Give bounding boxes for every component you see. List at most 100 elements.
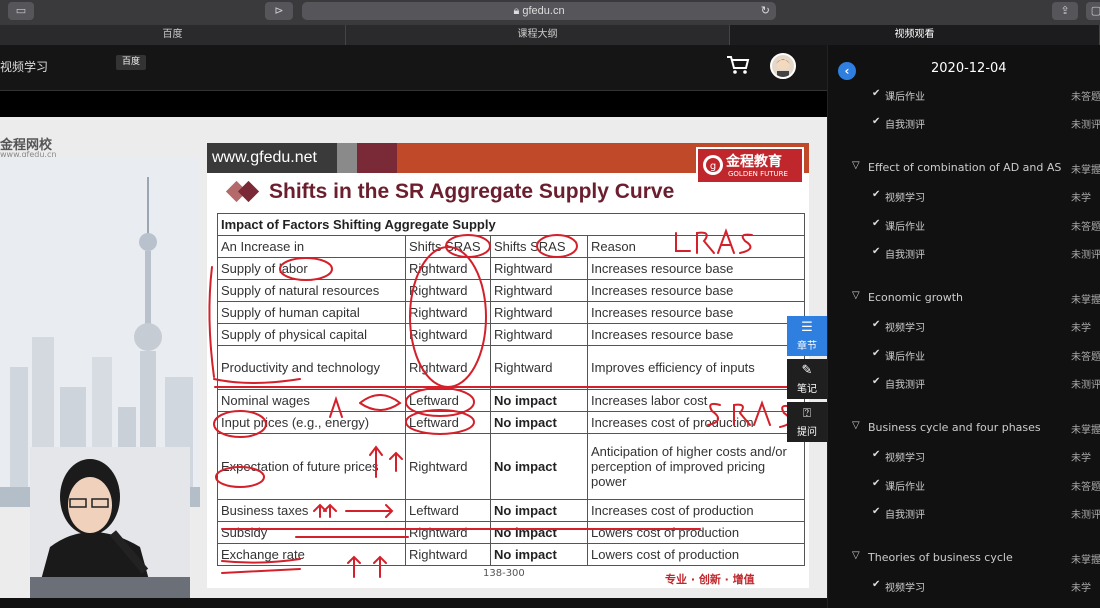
video-spacer [0, 92, 827, 117]
section-status: 未掌握 [1071, 165, 1100, 176]
table-cell: Leftward [405, 411, 491, 434]
cart-icon[interactable] [726, 55, 750, 75]
list-item[interactable]: ✔ 课后作业 未答题 [828, 475, 1100, 495]
table-cell: Rightward [405, 279, 491, 302]
share-button[interactable]: ⇪ [1052, 2, 1078, 20]
list-item[interactable]: ✔ 视频学习 未学 [828, 576, 1100, 596]
list-item[interactable]: ✔ 课后作业 未答题 [828, 85, 1100, 105]
caret-down-icon: ▽ [852, 550, 860, 561]
reload-icon[interactable]: ↻ [761, 2, 770, 20]
check-icon: ✔ [872, 376, 881, 387]
tab-bar: 百度 课程大纲 视频观看 [0, 25, 1100, 45]
list-item[interactable]: ✔ 自我测评 未测评 [828, 503, 1100, 523]
sidebar-toggle-button[interactable]: ▭ [8, 2, 34, 20]
check-icon: ✔ [872, 348, 881, 359]
table-row: Subsidy Rightward No impact Lowers cost … [217, 521, 805, 544]
table-row: Supply of human capital Rightward Rightw… [217, 301, 805, 324]
chapter-label: 章节 [797, 341, 817, 352]
section-status: 未掌握 [1071, 425, 1100, 436]
table-cell: Supply of labor [217, 257, 406, 280]
table-row: Exchange rate Rightward No impact Lowers… [217, 543, 805, 566]
video-player[interactable]: 金程网校 www.gfedu.cn www.gfedu.net g 金程教育 G… [0, 117, 827, 598]
brand-logo: g 金程教育 GOLDEN FUTURE [696, 147, 804, 184]
item-label: 自我测评 [885, 510, 925, 521]
panel-date: 2020-12-04 [931, 61, 1007, 76]
table-cell: Supply of natural resources [217, 279, 406, 302]
list-item[interactable]: ✔ 自我测评 未测评 [828, 113, 1100, 133]
table-cell: Rightward [405, 345, 491, 390]
ask-button[interactable]: ⍰ 提问 [787, 402, 827, 442]
list-item[interactable]: ✔ 课后作业 未答题 [828, 215, 1100, 235]
list-item[interactable]: ✔ 视频学习 未学 [828, 186, 1100, 206]
chapter-panel: ‹ 2020-12-04 ✔ 课后作业 未答题 ✔ 自我测评 未测评 ▽ Eff… [827, 45, 1100, 608]
section-header[interactable]: ▽ Business cycle and four phases 未掌握 [828, 418, 1100, 438]
item-label: 课后作业 [885, 222, 925, 233]
table-cell: Rightward [490, 345, 588, 390]
table-cell: Business taxes [217, 499, 406, 522]
table-cell: No impact [490, 389, 588, 412]
table-cell: Rightward [405, 301, 491, 324]
section-title: Theories of business cycle [868, 551, 1013, 564]
item-label: 视频学习 [885, 323, 925, 334]
table-cell: Lowers cost of production [587, 521, 805, 544]
diamond-icon [237, 180, 260, 203]
sidebar-icon: ▭ [15, 4, 27, 17]
reader-button[interactable]: ⊳ [265, 2, 293, 20]
table-cell: No impact [490, 433, 588, 500]
item-label: 视频学习 [885, 193, 925, 204]
table-cell: Leftward [405, 499, 491, 522]
address-bar[interactable]: 🔒︎ gfedu.cn ↻ [302, 2, 776, 20]
check-icon: ✔ [872, 246, 881, 257]
section-title: Business cycle and four phases [868, 421, 1041, 434]
table-cell: Input prices (e.g., energy) [217, 411, 406, 434]
table-cell: Rightward [490, 323, 588, 346]
table-cell: Lowers cost of production [587, 543, 805, 566]
list-item[interactable]: ✔ 自我测评 未测评 [828, 373, 1100, 393]
table-cell: No impact [490, 521, 588, 544]
tab-video[interactable]: 视频观看 [730, 25, 1100, 45]
item-status: 未测评 [1071, 250, 1100, 261]
table-cell: Anticipation of higher costs and/or perc… [587, 433, 805, 500]
section-header[interactable]: ▽ Economic growth 未掌握 [828, 288, 1100, 308]
item-status: 未学 [1071, 453, 1091, 464]
table-row: Input prices (e.g., energy) Leftward No … [217, 411, 805, 434]
chapter-button[interactable]: ☰ 章节 [787, 316, 827, 356]
slide-url: www.gfedu.net [212, 149, 317, 166]
table-row: Expectation of future prices Rightward N… [217, 433, 805, 500]
notes-button[interactable]: ✎ 笔记 [787, 359, 827, 399]
page-title: 视频学习 [0, 60, 49, 74]
list-item[interactable]: ✔ 视频学习 未学 [828, 316, 1100, 336]
table-cell: Increases resource base [587, 279, 805, 302]
tab-baidu[interactable]: 百度 [0, 25, 346, 45]
check-icon: ✔ [872, 478, 881, 489]
table-cell: Increases resource base [587, 323, 805, 346]
slide-footer: 138-300 专业 · 创新 · 增值 [207, 565, 809, 588]
table-cell: Rightward [490, 257, 588, 280]
avatar[interactable] [770, 53, 796, 79]
item-status: 未学 [1071, 583, 1091, 594]
table-cell: Increases labor cost [587, 389, 805, 412]
section-header[interactable]: ▽ Effect of combination of AD and AS 未掌握 [828, 158, 1100, 178]
tabs-overview-button[interactable]: ▢ [1086, 2, 1100, 20]
back-button[interactable]: ‹ [838, 62, 856, 80]
list-item[interactable]: ✔ 视频学习 未学 [828, 446, 1100, 466]
item-label: 课后作业 [885, 352, 925, 363]
tab-course-outline[interactable]: 课程大纲 [346, 25, 730, 45]
table-header-row: An Increase in Shifts SRAS Shifts SRAS R… [217, 235, 805, 258]
item-status: 未答题 [1071, 482, 1100, 493]
table-row: Supply of labor Rightward Rightward Incr… [217, 257, 805, 280]
list-item[interactable]: ✔ 自我测评 未测评 [828, 243, 1100, 263]
baidu-badge[interactable]: 百度 [116, 55, 146, 70]
table-cell: Improves efficiency of inputs [587, 345, 805, 390]
list-item[interactable]: ✔ 课后作业 未答题 [828, 345, 1100, 365]
table-header: Shifts SRAS [405, 235, 491, 258]
list-icon: ☰ [801, 320, 813, 335]
brand-cn: 金程教育 [726, 154, 782, 170]
table-cell: Increases resource base [587, 257, 805, 280]
check-icon: ✔ [872, 319, 881, 330]
item-status: 未答题 [1071, 92, 1100, 103]
supply-table: Impact of Factors Shifting Aggregate Sup… [217, 213, 805, 566]
table-header: Reason [587, 235, 805, 258]
section-header[interactable]: ▽ Theories of business cycle 未掌握 [828, 548, 1100, 568]
section-status: 未掌握 [1071, 295, 1100, 306]
